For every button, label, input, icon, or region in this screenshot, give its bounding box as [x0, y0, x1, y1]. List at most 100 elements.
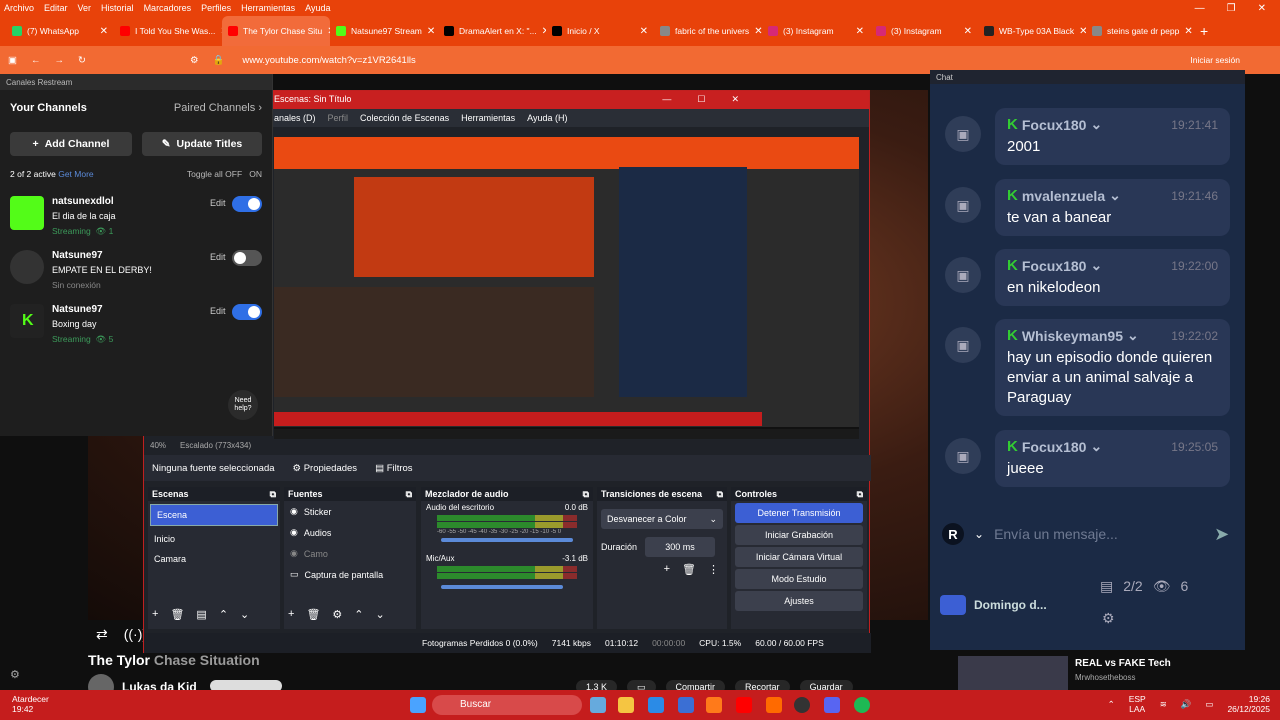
close-tab-icon[interactable]: ✕: [427, 26, 435, 37]
forward-icon[interactable]: →: [54, 55, 64, 66]
menu-view[interactable]: Ver: [78, 3, 92, 13]
obs-menu-collection[interactable]: Colección de Escenas: [360, 113, 449, 123]
update-titles-button[interactable]: ✎ Update Titles: [141, 132, 262, 156]
browser-tab[interactable]: steins gate dr pepp ✕: [1086, 16, 1194, 46]
toggle-all-on[interactable]: ON: [249, 169, 262, 179]
browser-tab[interactable]: I Told You She Was...✕: [114, 16, 222, 46]
trash-icon[interactable]: 🗑: [682, 563, 696, 576]
sidebar-video-thumbnail[interactable]: [958, 656, 1068, 690]
edit-link[interactable]: Edit: [210, 306, 226, 316]
chevron-up-icon[interactable]: ⌃: [1108, 699, 1115, 710]
obs-menu-profile[interactable]: Perfil: [328, 113, 349, 123]
down-icon[interactable]: ⌄: [376, 608, 385, 621]
chat-username[interactable]: Focux180: [1022, 258, 1087, 274]
volume-icon[interactable]: 🔊: [1181, 699, 1192, 710]
scene-item[interactable]: Escena: [150, 504, 278, 526]
scene-item[interactable]: Camara: [148, 549, 280, 569]
discord-icon[interactable]: [824, 697, 840, 713]
site-info-icon[interactable]: ⚙: [190, 55, 199, 66]
menu-file[interactable]: Archivo: [4, 3, 34, 13]
chat-username[interactable]: Focux180: [1022, 117, 1087, 133]
duration-input[interactable]: 300 ms: [645, 537, 716, 557]
chat-username[interactable]: Focux180: [1022, 439, 1087, 455]
more-icon[interactable]: ⋮: [708, 563, 719, 576]
obs-preview[interactable]: [274, 137, 859, 439]
add-icon[interactable]: +: [664, 563, 670, 576]
battery-icon[interactable]: ▭: [1205, 699, 1213, 710]
close-tab-icon[interactable]: ✕: [100, 26, 108, 37]
gear-icon[interactable]: ⚙: [10, 668, 20, 681]
browser-tab[interactable]: Natsune97 Stream ✕: [330, 16, 438, 46]
chat-username[interactable]: mvalenzuela: [1022, 188, 1105, 204]
menu-edit[interactable]: Editar: [44, 3, 68, 13]
edge-icon[interactable]: [648, 697, 664, 713]
gear-icon[interactable]: ⚙: [332, 608, 342, 621]
obs-icon[interactable]: [794, 697, 810, 713]
obs-menu-channels[interactable]: anales (D): [274, 113, 316, 123]
close-icon[interactable]: ✕: [1258, 3, 1266, 14]
folder-icon[interactable]: [618, 697, 634, 713]
obs-menu-help[interactable]: Ayuda (H): [527, 113, 567, 123]
close-tab-icon[interactable]: ✕: [964, 26, 972, 37]
sign-in-button[interactable]: Iniciar sesión: [1190, 55, 1240, 65]
filters-button[interactable]: ▤ Filtros: [375, 463, 413, 474]
source-item[interactable]: ◉ Sticker: [284, 501, 416, 522]
trash-icon[interactable]: 🗑: [170, 608, 184, 621]
minimize-icon[interactable]: —: [662, 94, 671, 106]
sidebar-toggle-icon[interactable]: ▣: [8, 55, 17, 66]
close-tab-icon[interactable]: ✕: [640, 26, 648, 37]
help-button[interactable]: Need help?: [228, 390, 258, 420]
source-item[interactable]: ◉ Audios: [284, 522, 416, 543]
store-icon[interactable]: [678, 697, 694, 713]
menu-bookmarks[interactable]: Marcadores: [144, 3, 192, 13]
menu-history[interactable]: Historial: [101, 3, 134, 13]
volume-slider[interactable]: [441, 585, 563, 589]
close-tab-icon[interactable]: ✕: [1079, 26, 1086, 37]
scene-item[interactable]: Inicio: [148, 529, 280, 549]
add-channel-button[interactable]: + Add Channel: [10, 132, 132, 156]
add-icon[interactable]: +: [288, 608, 294, 621]
taskbar-search[interactable]: Buscar: [432, 695, 582, 715]
url-field[interactable]: www.youtube.com/watch?v=z1VR2641lls: [242, 55, 415, 66]
source-item[interactable]: ▭ Captura de pantalla: [284, 564, 416, 585]
start-icon[interactable]: [410, 697, 426, 713]
paired-channels-link[interactable]: Paired Channels ›: [174, 102, 262, 114]
copilot-icon[interactable]: [590, 697, 606, 713]
send-icon[interactable]: ➤: [1214, 524, 1229, 545]
trash-icon[interactable]: 🗑: [306, 608, 320, 621]
edit-link[interactable]: Edit: [210, 198, 226, 208]
obs-menu-tools[interactable]: Herramientas: [461, 113, 515, 123]
menu-help[interactable]: Ayuda: [305, 3, 330, 13]
add-icon[interactable]: +: [152, 608, 158, 621]
get-more-link[interactable]: Get More: [58, 169, 93, 179]
channel-toggle[interactable]: [232, 250, 262, 266]
menu-tools[interactable]: Herramientas: [241, 3, 295, 13]
toggle-all-off[interactable]: Toggle all OFF: [187, 169, 242, 179]
preview-scrollbar[interactable]: [274, 429, 859, 439]
firefox-icon[interactable]: [706, 697, 722, 713]
source-item[interactable]: ◉ Camo: [284, 543, 416, 564]
browser-tab[interactable]: The Tylor Chase Situ✕: [222, 16, 330, 46]
up-icon[interactable]: ⌃: [354, 608, 363, 621]
chat-user[interactable]: Domingo d...: [940, 595, 1047, 615]
channel-toggle[interactable]: [232, 196, 262, 212]
language-indicator[interactable]: ESP LAA: [1129, 694, 1146, 714]
brave-icon[interactable]: [766, 697, 782, 713]
restore-icon[interactable]: ❐: [1227, 3, 1236, 14]
wifi-icon[interactable]: ≋: [1160, 699, 1167, 710]
sidebar-video-title[interactable]: REAL vs FAKE Tech: [1075, 658, 1171, 669]
loop-icon[interactable]: ⇄: [96, 626, 108, 643]
chevron-down-icon[interactable]: ⌄: [974, 527, 984, 541]
minimize-icon[interactable]: —: [1195, 3, 1205, 14]
browser-tab[interactable]: WB-Type 03A Black ✕: [978, 16, 1086, 46]
properties-button[interactable]: ⚙ Propiedades: [293, 463, 358, 474]
filter-icon[interactable]: ▤: [196, 608, 206, 621]
settings-button[interactable]: Ajustes: [735, 591, 863, 611]
reload-icon[interactable]: ↻: [78, 55, 86, 66]
weather-widget[interactable]: Atardecer 19:42: [12, 694, 49, 714]
spotify-icon[interactable]: [854, 697, 870, 713]
youtube-icon[interactable]: [736, 697, 752, 713]
new-tab-icon[interactable]: +: [1200, 23, 1208, 39]
edit-link[interactable]: Edit: [210, 252, 226, 262]
down-icon[interactable]: ⌄: [240, 608, 249, 621]
